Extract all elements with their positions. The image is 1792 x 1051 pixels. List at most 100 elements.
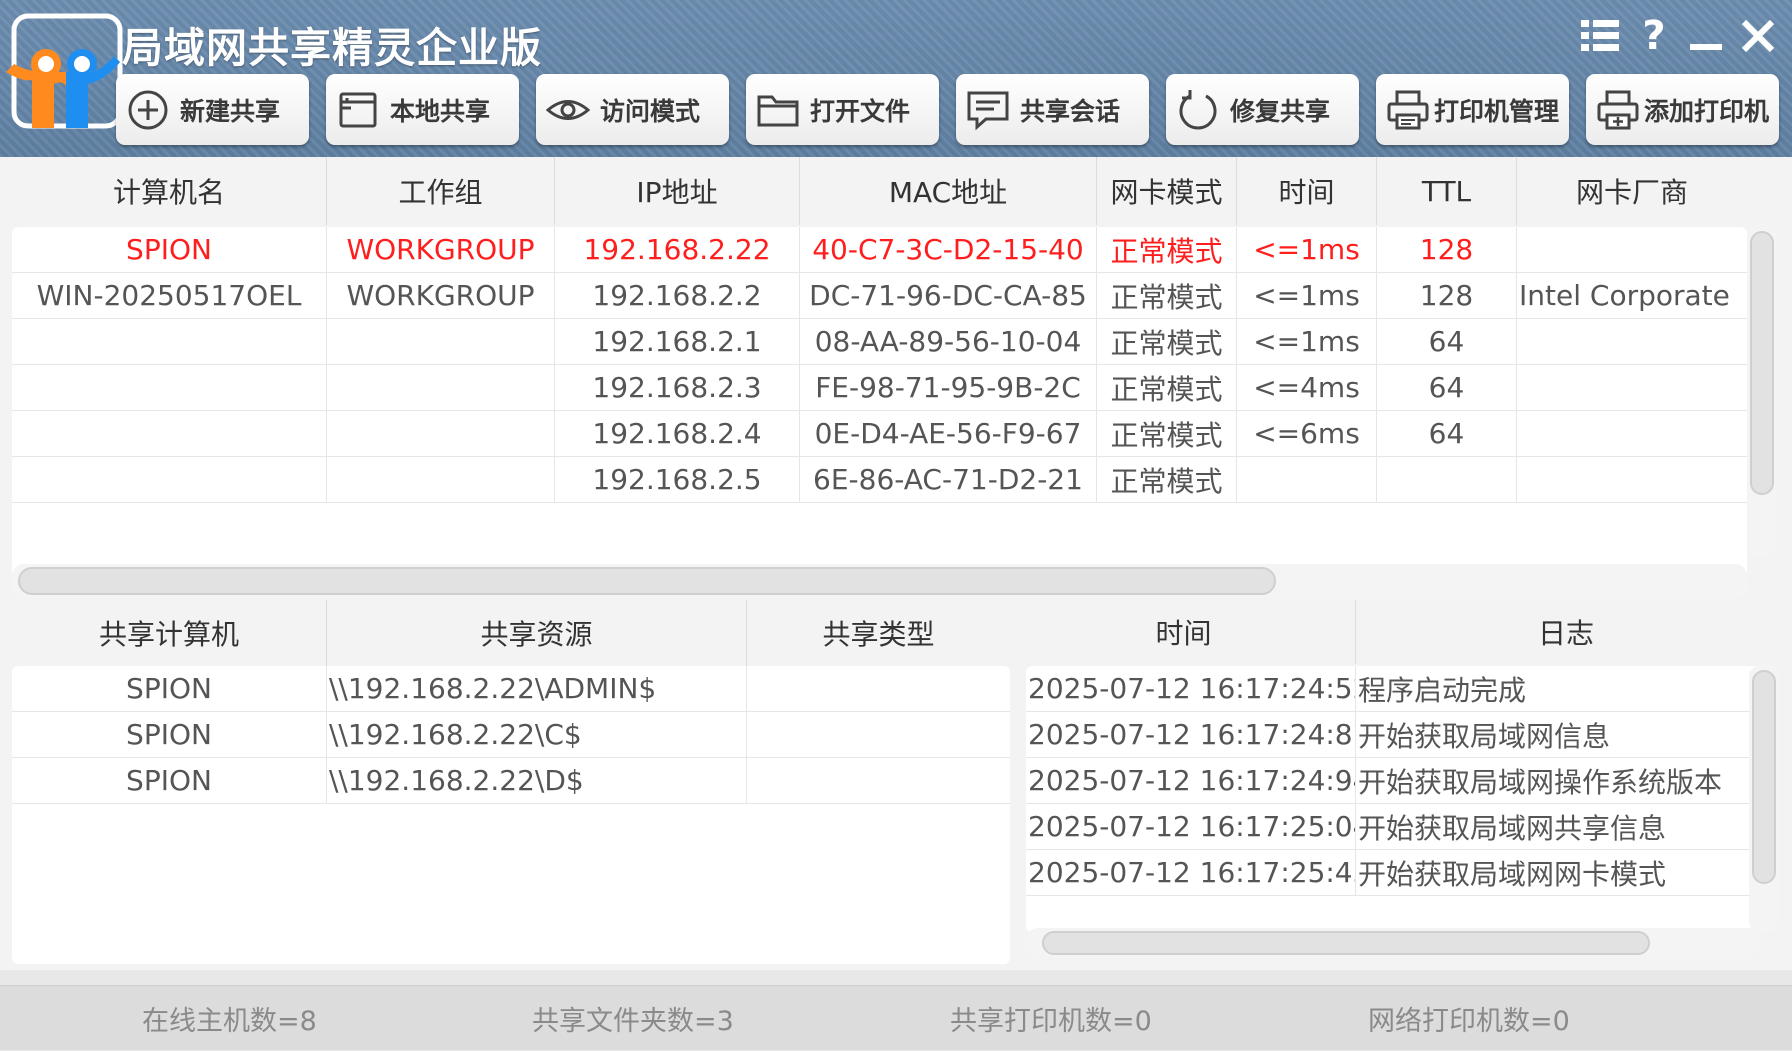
log-row[interactable]: 2025-07-12 16:17:25:041 开始获取局域网共享信息: [1026, 804, 1761, 850]
host-row-cell: [327, 319, 555, 364]
col-log-message[interactable]: 日志: [1356, 600, 1776, 664]
host-row-cell: [1377, 457, 1517, 502]
close-icon[interactable]: [1736, 14, 1780, 58]
printer-manage-button[interactable]: 打印机管理: [1376, 74, 1569, 145]
share-row-cell: [747, 666, 1010, 711]
log-row[interactable]: 2025-07-12 16:17:24:521 程序启动完成: [1026, 666, 1761, 712]
col-workgroup[interactable]: 工作组: [327, 157, 555, 225]
host-row[interactable]: WIN-20250517OEL WORKGROUP 192.168.2.2 DC-71…: [12, 273, 1747, 319]
host-row-cell: <=4ms: [1237, 365, 1377, 410]
eye-icon: [546, 88, 590, 132]
share-row-cell: [747, 712, 1010, 757]
host-row-cell: 64: [1377, 319, 1517, 364]
menu-icon[interactable]: [1578, 14, 1622, 58]
folder-icon: [756, 88, 800, 132]
log-row[interactable]: 2025-07-12 16:17:25:430 开始获取局域网网卡模式: [1026, 850, 1761, 896]
host-row-cell: 正常模式: [1097, 227, 1237, 272]
title-toolbar: 局域网共享精灵企业版 ? 新建共享 本地共享 访问模式 打开文件 共享会话 修复…: [0, 0, 1792, 157]
host-row-cell: <=1ms: [1237, 227, 1377, 272]
help-icon[interactable]: ?: [1632, 13, 1676, 59]
col-ip[interactable]: IP地址: [555, 157, 800, 225]
host-row-cell: [12, 457, 327, 502]
host-row-cell: SPION: [12, 227, 327, 272]
minimize-icon[interactable]: [1684, 14, 1728, 58]
new-share-button[interactable]: 新建共享: [116, 74, 309, 145]
hosts-vscroll[interactable]: [1747, 227, 1777, 557]
col-share-resource[interactable]: 共享资源: [327, 600, 747, 666]
log-vscroll-thumb[interactable]: [1752, 670, 1776, 884]
access-mode-button[interactable]: 访问模式: [536, 74, 729, 145]
host-row[interactable]: 192.168.2.1 08-AA-89-56-10-04 正常模式 <=1ms 64: [12, 319, 1747, 365]
hosts-vscroll-thumb[interactable]: [1750, 231, 1774, 495]
log-header: 时间 日志: [1012, 600, 1776, 664]
log-row[interactable]: 2025-07-12 16:17:24:942 开始获取局域网操作系统版本: [1026, 758, 1761, 804]
host-row-cell: DC-71-96-DC-CA-85: [800, 273, 1097, 318]
share-row[interactable]: SPION \\192.168.2.22\C$: [12, 712, 1010, 758]
col-vendor[interactable]: 网卡厂商: [1517, 157, 1747, 225]
log-hscroll[interactable]: [1026, 928, 1761, 958]
log-row-cell: 开始获取局域网网卡模式: [1358, 857, 1667, 891]
add-printer-button[interactable]: 添加打印机: [1586, 74, 1779, 145]
col-mac[interactable]: MAC地址: [800, 157, 1097, 225]
app-window: 局域网共享精灵企业版 ? 新建共享 本地共享 访问模式 打开文件 共享会话 修复…: [0, 0, 1792, 1050]
log-row[interactable]: 2025-07-12 16:17:24:871 开始获取局域网信息: [1026, 712, 1761, 758]
share-row-cell: SPION: [12, 712, 327, 757]
app-title: 局域网共享精灵企业版: [122, 24, 542, 72]
hosts-header: 计算机名 工作组 IP地址 MAC地址 网卡模式 时间 TTL 网卡厂商: [12, 157, 1747, 225]
share-row-cell: \\192.168.2.22\D$: [327, 758, 747, 803]
host-row-cell: <=6ms: [1237, 411, 1377, 456]
share-row[interactable]: SPION \\192.168.2.22\ADMIN$: [12, 666, 1010, 712]
host-row-cell: WORKGROUP: [327, 227, 555, 272]
host-row-cell: [12, 365, 327, 410]
col-nic-mode[interactable]: 网卡模式: [1097, 157, 1237, 225]
log-hscroll-thumb[interactable]: [1042, 931, 1650, 955]
local-share-button[interactable]: 本地共享: [326, 74, 519, 145]
col-log-time[interactable]: 时间: [1012, 600, 1356, 664]
host-row-cell: 40-C7-3C-D2-15-40: [800, 227, 1097, 272]
col-share-type[interactable]: 共享类型: [747, 600, 1010, 666]
log-table: 2025-07-12 16:17:24:521 程序启动完成 2025-07-12 …: [1026, 666, 1761, 932]
share-session-button[interactable]: 共享会话: [956, 74, 1149, 145]
log-row-cell: 2025-07-12 16:17:24:871: [1026, 712, 1356, 757]
log-row-cell: 开始获取局域网信息: [1358, 719, 1611, 753]
refresh-icon: [1176, 88, 1220, 132]
hosts-table: SPION WORKGROUP 192.168.2.22 40-C7-3C-D2-15…: [12, 227, 1747, 594]
col-ttl[interactable]: TTL: [1377, 157, 1517, 225]
host-row-cell: 128: [1377, 227, 1517, 272]
log-row-cell: 2025-07-12 16:17:25:430: [1026, 850, 1356, 895]
host-row[interactable]: 192.168.2.4 0E-D4-AE-56-F9-67 正常模式 <=6ms 64: [12, 411, 1747, 457]
hosts-panel: 计算机名 工作组 IP地址 MAC地址 网卡模式 时间 TTL 网卡厂商 SPI…: [0, 157, 1792, 602]
plus-circle-icon: [126, 88, 170, 132]
host-row[interactable]: SPION WORKGROUP 192.168.2.22 40-C7-3C-D2-15…: [12, 227, 1747, 273]
log-vscroll[interactable]: [1749, 666, 1779, 932]
host-row-cell: [327, 365, 555, 410]
host-row-cell: Intel Corporate: [1519, 279, 1730, 312]
host-row[interactable]: 192.168.2.3 FE-98-71-95-9B-2C 正常模式 <=4ms 64: [12, 365, 1747, 411]
shares-header: 共享计算机 共享资源 共享类型: [12, 600, 1010, 666]
printer-icon: [1386, 88, 1430, 132]
open-file-button[interactable]: 打开文件: [746, 74, 939, 145]
repair-share-button[interactable]: 修复共享: [1166, 74, 1359, 145]
host-row-cell: [1517, 365, 1747, 410]
shares-table: SPION \\192.168.2.22\ADMIN$ SPION \\192.168…: [12, 666, 1010, 964]
share-row[interactable]: SPION \\192.168.2.22\D$: [12, 758, 1010, 804]
host-row-cell: 192.168.2.22: [555, 227, 800, 272]
host-row-cell: 08-AA-89-56-10-04: [800, 319, 1097, 364]
share-row-cell: SPION: [12, 666, 327, 711]
host-row-cell: 正常模式: [1097, 319, 1237, 364]
col-share-computer[interactable]: 共享计算机: [12, 600, 327, 666]
host-row-cell: WIN-20250517OEL: [12, 273, 327, 318]
hosts-hscroll-thumb[interactable]: [18, 567, 1276, 595]
col-computer-name[interactable]: 计算机名: [12, 157, 327, 225]
log-row-cell: 开始获取局域网操作系统版本: [1358, 765, 1723, 799]
host-row-cell: [1517, 319, 1747, 364]
hosts-hscroll[interactable]: [12, 564, 1747, 598]
host-row-cell: [327, 457, 555, 502]
col-time[interactable]: 时间: [1237, 157, 1377, 225]
host-row-cell: 128: [1377, 273, 1517, 318]
host-row-cell: 0E-D4-AE-56-F9-67: [800, 411, 1097, 456]
host-row-cell: <=1ms: [1237, 273, 1377, 318]
host-row[interactable]: 192.168.2.5 6E-86-AC-71-D2-21 正常模式: [12, 457, 1747, 503]
status-shared-printers: 共享打印机数=0: [950, 1006, 1152, 1037]
host-row-cell: 192.168.2.3: [555, 365, 800, 410]
